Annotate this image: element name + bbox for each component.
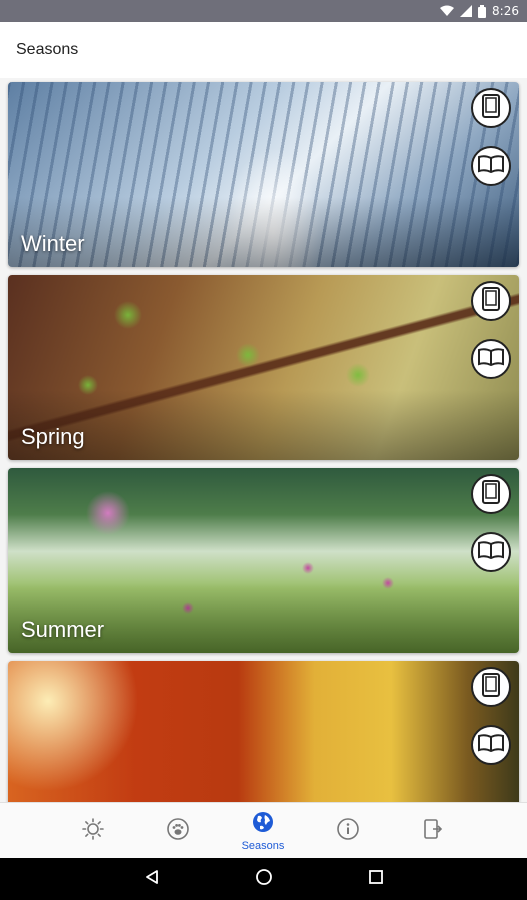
season-card-label: Winter	[21, 231, 85, 256]
nav-item-weather[interactable]	[51, 803, 135, 859]
system-navigation-bar	[0, 858, 527, 900]
app-bar: Seasons	[0, 22, 527, 78]
season-card-summer[interactable]: Summer	[8, 468, 519, 653]
sun-icon	[82, 817, 104, 845]
status-icons: 8:26	[440, 2, 519, 20]
phone-icon	[482, 286, 500, 316]
status-time: 8:26	[492, 4, 519, 18]
back-icon	[144, 869, 160, 890]
page-title: Seasons	[16, 41, 79, 58]
season-list[interactable]: Winter Spring Summer	[0, 78, 527, 802]
set-wallpaper-button[interactable]	[471, 281, 511, 321]
phone-icon	[482, 479, 500, 509]
home-icon	[255, 868, 273, 891]
book-icon	[478, 154, 504, 178]
home-button[interactable]	[253, 868, 275, 890]
nav-item-label: Seasons	[241, 839, 285, 852]
season-card-winter[interactable]: Winter	[8, 82, 519, 267]
nav-item-info[interactable]	[306, 803, 390, 859]
nav-item-share[interactable]	[391, 803, 475, 859]
season-card-label: Summer	[21, 617, 105, 642]
book-icon	[478, 540, 504, 564]
book-icon	[478, 347, 504, 371]
season-card-spring[interactable]: Spring	[8, 275, 519, 460]
read-more-button[interactable]	[471, 532, 511, 572]
back-button[interactable]	[141, 868, 163, 890]
recents-icon	[368, 869, 384, 890]
info-icon	[337, 817, 359, 845]
paw-icon	[167, 817, 189, 845]
set-wallpaper-button[interactable]	[471, 88, 511, 128]
season-card-autumn[interactable]	[8, 661, 519, 802]
recents-button[interactable]	[365, 868, 387, 890]
status-bar: 8:26	[0, 0, 527, 22]
wifi-icon	[440, 5, 455, 17]
signal-icon	[460, 5, 473, 17]
phone-icon	[482, 672, 500, 702]
set-wallpaper-button[interactable]	[471, 667, 511, 707]
nav-item-animals[interactable]	[136, 803, 220, 859]
read-more-button[interactable]	[471, 725, 511, 765]
set-wallpaper-button[interactable]	[471, 474, 511, 514]
bottom-navigation: Seasons	[0, 802, 527, 858]
battery-icon	[478, 4, 487, 18]
phone-icon	[482, 93, 500, 123]
season-card-label: Spring	[21, 424, 85, 449]
read-more-button[interactable]	[471, 146, 511, 186]
globe-icon	[252, 811, 274, 838]
nav-item-seasons[interactable]: Seasons	[221, 803, 305, 859]
read-more-button[interactable]	[471, 339, 511, 379]
book-icon	[478, 733, 504, 757]
share-screen-icon	[422, 818, 444, 845]
